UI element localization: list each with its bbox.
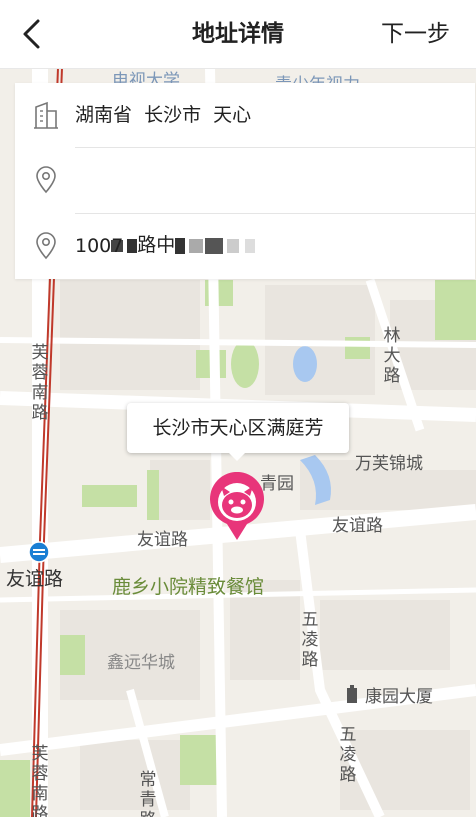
- map-label-furong-south-1: 芙蓉南路: [31, 343, 49, 423]
- nav-bar: 地址详情 下一步: [0, 0, 476, 69]
- map-label-restaurant: 鹿乡小院精致餐馆: [112, 576, 265, 598]
- address-row-region[interactable]: 湖南省 长沙市 天心: [15, 83, 475, 148]
- map-label-furong-south-2: 芙蓉南路: [31, 744, 49, 817]
- office-building-icon: [347, 685, 357, 703]
- map-label-changqing: 常青路: [139, 770, 157, 817]
- map-label-wuling-2: 五凌路: [339, 725, 357, 785]
- address-row-detail[interactable]: 1007: [15, 214, 475, 279]
- tooltip-arrow: [228, 452, 246, 461]
- map-label-xinyuan: 鑫远华城: [107, 653, 175, 673]
- detail-text: 1007: [75, 235, 124, 257]
- map-label-wuling-1: 五凌路: [301, 610, 319, 670]
- address-row-street[interactable]: 路中: [15, 148, 475, 256]
- map-marker-icon[interactable]: [207, 472, 267, 542]
- metro-station-icon: [28, 541, 50, 563]
- address-card: 湖南省 长沙市 天心 路中 1007: [15, 83, 475, 279]
- location-tooltip: 长沙市天心区满庭芳: [127, 403, 349, 453]
- map-label-youyi-road-1: 友谊路: [137, 530, 188, 550]
- building-icon: [34, 101, 58, 129]
- map-label-kangyuan: 康园大厦: [365, 687, 433, 707]
- region-text: 湖南省 长沙市 天心: [75, 104, 252, 126]
- map-label-wanfu: 万芙锦城: [355, 454, 423, 474]
- location-pin-icon: [36, 232, 56, 260]
- map-label-linda: 林大路: [383, 326, 401, 386]
- map-label-youyi-station: 友谊路: [6, 568, 64, 590]
- location-pin-icon: [36, 166, 56, 194]
- map-label-youyi-road-2: 友谊路: [332, 516, 383, 536]
- next-step-button[interactable]: 下一步: [381, 0, 450, 68]
